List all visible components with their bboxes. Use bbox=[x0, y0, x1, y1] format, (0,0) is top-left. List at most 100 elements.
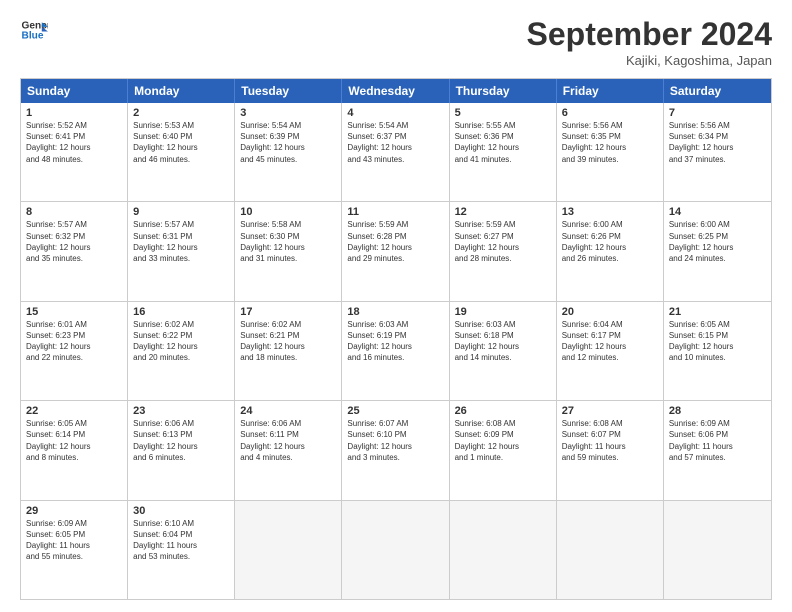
day-info: Sunrise: 5:57 AMSunset: 6:31 PMDaylight:… bbox=[133, 219, 229, 264]
cell-2-fri: 13 Sunrise: 6:00 AMSunset: 6:26 PMDaylig… bbox=[557, 202, 664, 300]
day-num: 10 bbox=[240, 206, 336, 218]
day-info: Sunrise: 6:00 AMSunset: 6:25 PMDaylight:… bbox=[669, 219, 766, 264]
day-num: 22 bbox=[26, 405, 122, 417]
cell-5-tue bbox=[235, 501, 342, 599]
day-info: Sunrise: 5:55 AMSunset: 6:36 PMDaylight:… bbox=[455, 120, 551, 165]
day-info: Sunrise: 6:09 AMSunset: 6:06 PMDaylight:… bbox=[669, 418, 766, 463]
calendar: Sunday Monday Tuesday Wednesday Thursday… bbox=[20, 78, 772, 600]
day-info: Sunrise: 5:56 AMSunset: 6:35 PMDaylight:… bbox=[562, 120, 658, 165]
cell-3-thu: 19 Sunrise: 6:03 AMSunset: 6:18 PMDaylig… bbox=[450, 302, 557, 400]
day-num: 7 bbox=[669, 107, 766, 119]
cell-3-sat: 21 Sunrise: 6:05 AMSunset: 6:15 PMDaylig… bbox=[664, 302, 771, 400]
cell-5-wed bbox=[342, 501, 449, 599]
day-info: Sunrise: 6:10 AMSunset: 6:04 PMDaylight:… bbox=[133, 518, 229, 563]
logo: General Blue bbox=[20, 16, 48, 44]
header: General Blue September 2024 Kajiki, Kago… bbox=[20, 16, 772, 68]
page: General Blue September 2024 Kajiki, Kago… bbox=[0, 0, 792, 612]
day-info: Sunrise: 5:54 AMSunset: 6:37 PMDaylight:… bbox=[347, 120, 443, 165]
cell-1-sun: 1 Sunrise: 5:52 AMSunset: 6:41 PMDayligh… bbox=[21, 103, 128, 201]
cell-5-sat bbox=[664, 501, 771, 599]
day-info: Sunrise: 6:03 AMSunset: 6:19 PMDaylight:… bbox=[347, 319, 443, 364]
day-num: 19 bbox=[455, 306, 551, 318]
day-num: 15 bbox=[26, 306, 122, 318]
cell-2-mon: 9 Sunrise: 5:57 AMSunset: 6:31 PMDayligh… bbox=[128, 202, 235, 300]
day-info: Sunrise: 6:09 AMSunset: 6:05 PMDaylight:… bbox=[26, 518, 122, 563]
day-num: 25 bbox=[347, 405, 443, 417]
day-info: Sunrise: 6:05 AMSunset: 6:15 PMDaylight:… bbox=[669, 319, 766, 364]
cell-1-wed: 4 Sunrise: 5:54 AMSunset: 6:37 PMDayligh… bbox=[342, 103, 449, 201]
cell-4-wed: 25 Sunrise: 6:07 AMSunset: 6:10 PMDaylig… bbox=[342, 401, 449, 499]
cell-2-thu: 12 Sunrise: 5:59 AMSunset: 6:27 PMDaylig… bbox=[450, 202, 557, 300]
day-info: Sunrise: 5:53 AMSunset: 6:40 PMDaylight:… bbox=[133, 120, 229, 165]
day-info: Sunrise: 6:04 AMSunset: 6:17 PMDaylight:… bbox=[562, 319, 658, 364]
day-num: 20 bbox=[562, 306, 658, 318]
day-info: Sunrise: 6:03 AMSunset: 6:18 PMDaylight:… bbox=[455, 319, 551, 364]
day-info: Sunrise: 5:52 AMSunset: 6:41 PMDaylight:… bbox=[26, 120, 122, 165]
header-sunday: Sunday bbox=[21, 79, 128, 103]
day-num: 3 bbox=[240, 107, 336, 119]
day-num: 2 bbox=[133, 107, 229, 119]
day-info: Sunrise: 6:01 AMSunset: 6:23 PMDaylight:… bbox=[26, 319, 122, 364]
cell-3-mon: 16 Sunrise: 6:02 AMSunset: 6:22 PMDaylig… bbox=[128, 302, 235, 400]
month-title: September 2024 bbox=[527, 16, 772, 53]
cell-5-thu bbox=[450, 501, 557, 599]
day-num: 5 bbox=[455, 107, 551, 119]
day-num: 24 bbox=[240, 405, 336, 417]
cell-4-sun: 22 Sunrise: 6:05 AMSunset: 6:14 PMDaylig… bbox=[21, 401, 128, 499]
cell-3-fri: 20 Sunrise: 6:04 AMSunset: 6:17 PMDaylig… bbox=[557, 302, 664, 400]
day-info: Sunrise: 5:54 AMSunset: 6:39 PMDaylight:… bbox=[240, 120, 336, 165]
day-num: 18 bbox=[347, 306, 443, 318]
calendar-body: 1 Sunrise: 5:52 AMSunset: 6:41 PMDayligh… bbox=[21, 103, 771, 599]
day-info: Sunrise: 6:07 AMSunset: 6:10 PMDaylight:… bbox=[347, 418, 443, 463]
day-info: Sunrise: 5:56 AMSunset: 6:34 PMDaylight:… bbox=[669, 120, 766, 165]
day-info: Sunrise: 6:02 AMSunset: 6:22 PMDaylight:… bbox=[133, 319, 229, 364]
cell-1-mon: 2 Sunrise: 5:53 AMSunset: 6:40 PMDayligh… bbox=[128, 103, 235, 201]
cell-2-wed: 11 Sunrise: 5:59 AMSunset: 6:28 PMDaylig… bbox=[342, 202, 449, 300]
day-num: 21 bbox=[669, 306, 766, 318]
cell-4-tue: 24 Sunrise: 6:06 AMSunset: 6:11 PMDaylig… bbox=[235, 401, 342, 499]
day-num: 11 bbox=[347, 206, 443, 218]
cell-4-fri: 27 Sunrise: 6:08 AMSunset: 6:07 PMDaylig… bbox=[557, 401, 664, 499]
logo-icon: General Blue bbox=[20, 16, 48, 44]
week-row-2: 8 Sunrise: 5:57 AMSunset: 6:32 PMDayligh… bbox=[21, 201, 771, 300]
cell-3-wed: 18 Sunrise: 6:03 AMSunset: 6:19 PMDaylig… bbox=[342, 302, 449, 400]
day-num: 8 bbox=[26, 206, 122, 218]
day-num: 27 bbox=[562, 405, 658, 417]
day-num: 23 bbox=[133, 405, 229, 417]
cell-4-sat: 28 Sunrise: 6:09 AMSunset: 6:06 PMDaylig… bbox=[664, 401, 771, 499]
day-info: Sunrise: 6:08 AMSunset: 6:09 PMDaylight:… bbox=[455, 418, 551, 463]
day-info: Sunrise: 5:57 AMSunset: 6:32 PMDaylight:… bbox=[26, 219, 122, 264]
header-thursday: Thursday bbox=[450, 79, 557, 103]
week-row-5: 29 Sunrise: 6:09 AMSunset: 6:05 PMDaylig… bbox=[21, 500, 771, 599]
title-block: September 2024 Kajiki, Kagoshima, Japan bbox=[527, 16, 772, 68]
day-num: 30 bbox=[133, 505, 229, 517]
day-info: Sunrise: 5:59 AMSunset: 6:27 PMDaylight:… bbox=[455, 219, 551, 264]
calendar-header: Sunday Monday Tuesday Wednesday Thursday… bbox=[21, 79, 771, 103]
header-tuesday: Tuesday bbox=[235, 79, 342, 103]
cell-5-sun: 29 Sunrise: 6:09 AMSunset: 6:05 PMDaylig… bbox=[21, 501, 128, 599]
week-row-4: 22 Sunrise: 6:05 AMSunset: 6:14 PMDaylig… bbox=[21, 400, 771, 499]
day-num: 12 bbox=[455, 206, 551, 218]
day-info: Sunrise: 6:05 AMSunset: 6:14 PMDaylight:… bbox=[26, 418, 122, 463]
cell-2-sat: 14 Sunrise: 6:00 AMSunset: 6:25 PMDaylig… bbox=[664, 202, 771, 300]
day-num: 17 bbox=[240, 306, 336, 318]
cell-4-thu: 26 Sunrise: 6:08 AMSunset: 6:09 PMDaylig… bbox=[450, 401, 557, 499]
day-info: Sunrise: 6:08 AMSunset: 6:07 PMDaylight:… bbox=[562, 418, 658, 463]
day-num: 9 bbox=[133, 206, 229, 218]
location: Kajiki, Kagoshima, Japan bbox=[527, 53, 772, 68]
cell-1-fri: 6 Sunrise: 5:56 AMSunset: 6:35 PMDayligh… bbox=[557, 103, 664, 201]
day-num: 29 bbox=[26, 505, 122, 517]
week-row-3: 15 Sunrise: 6:01 AMSunset: 6:23 PMDaylig… bbox=[21, 301, 771, 400]
cell-2-sun: 8 Sunrise: 5:57 AMSunset: 6:32 PMDayligh… bbox=[21, 202, 128, 300]
svg-text:Blue: Blue bbox=[22, 31, 44, 42]
cell-3-sun: 15 Sunrise: 6:01 AMSunset: 6:23 PMDaylig… bbox=[21, 302, 128, 400]
cell-1-tue: 3 Sunrise: 5:54 AMSunset: 6:39 PMDayligh… bbox=[235, 103, 342, 201]
day-num: 16 bbox=[133, 306, 229, 318]
week-row-1: 1 Sunrise: 5:52 AMSunset: 6:41 PMDayligh… bbox=[21, 103, 771, 201]
day-info: Sunrise: 6:06 AMSunset: 6:11 PMDaylight:… bbox=[240, 418, 336, 463]
day-num: 26 bbox=[455, 405, 551, 417]
cell-2-tue: 10 Sunrise: 5:58 AMSunset: 6:30 PMDaylig… bbox=[235, 202, 342, 300]
day-info: Sunrise: 6:00 AMSunset: 6:26 PMDaylight:… bbox=[562, 219, 658, 264]
day-num: 14 bbox=[669, 206, 766, 218]
day-info: Sunrise: 6:02 AMSunset: 6:21 PMDaylight:… bbox=[240, 319, 336, 364]
